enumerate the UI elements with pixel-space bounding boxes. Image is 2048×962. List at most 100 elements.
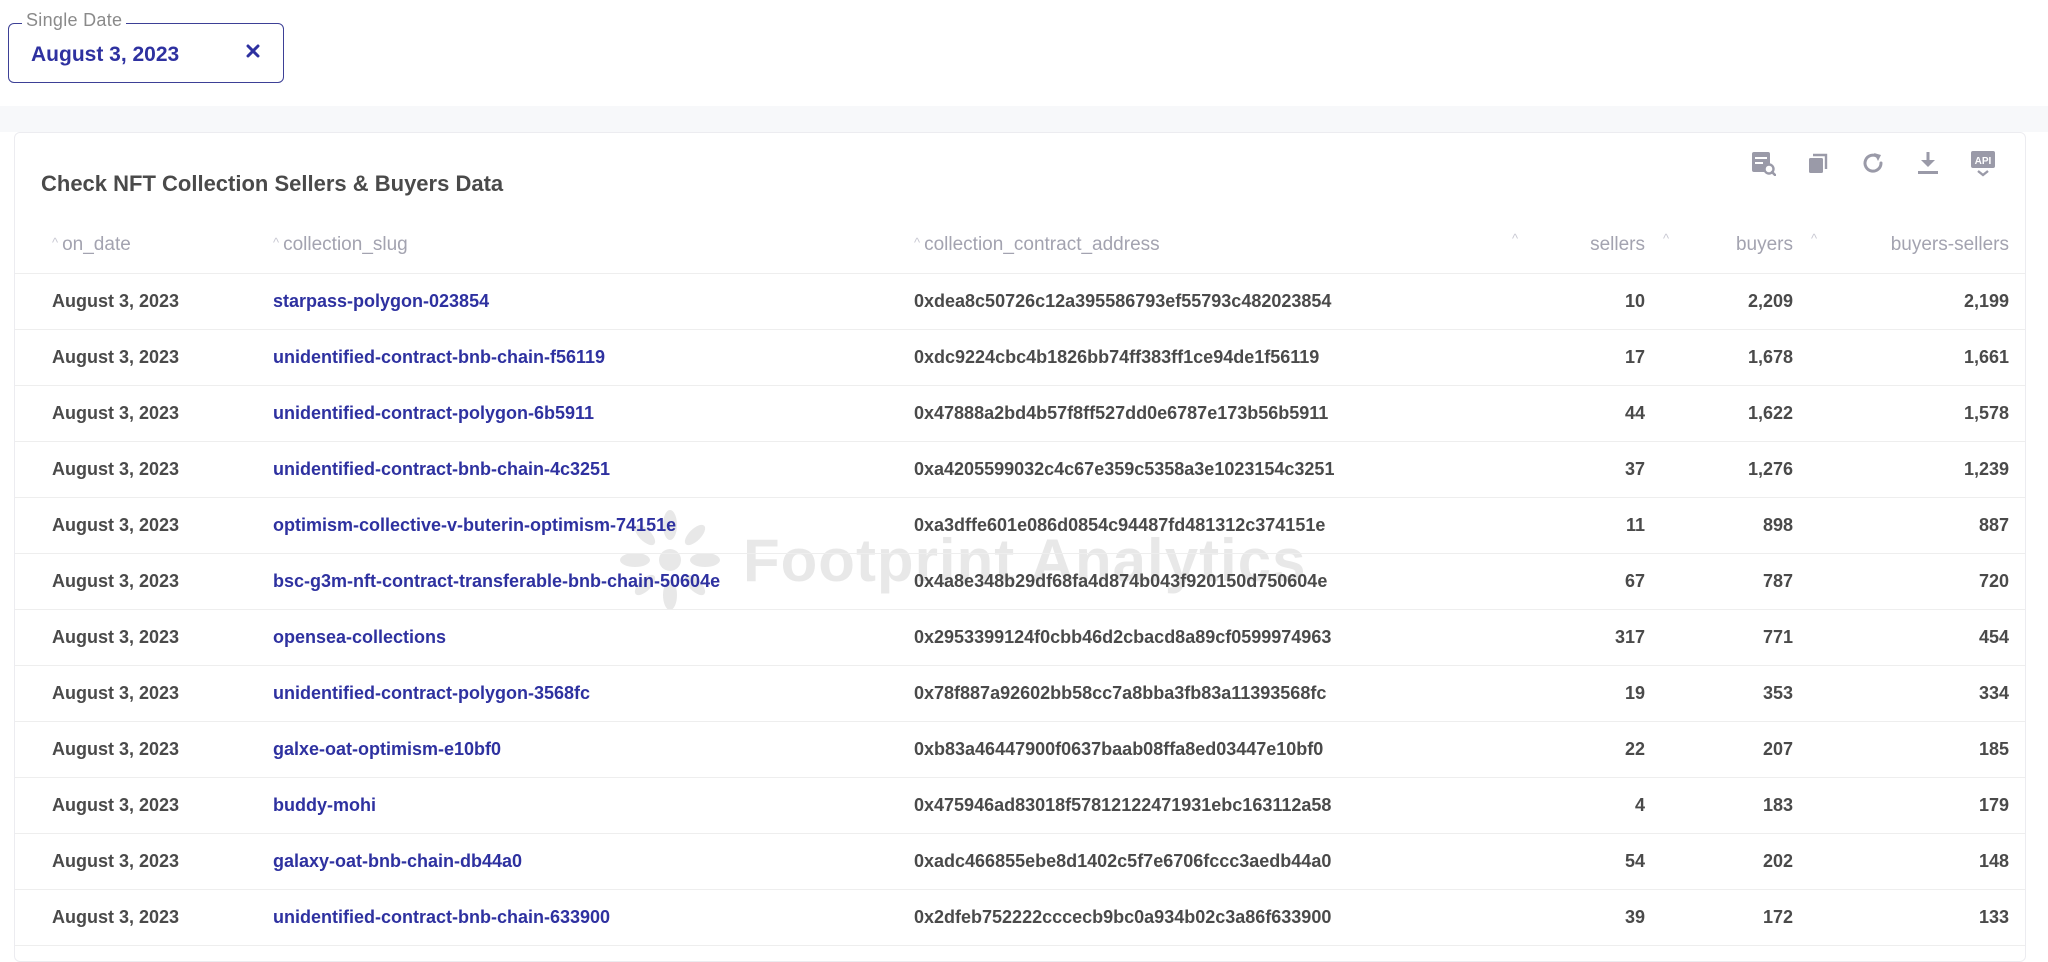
cell-buyers-sellers: 133 (1811, 889, 2025, 946)
cell-contract-address: 0xb83a46447900f0637baab08ffa8ed03447e10b… (914, 721, 1512, 778)
cell-sellers: 11 (1512, 497, 1663, 554)
column-header-collection-contract-address[interactable]: ^ collection_contract_address (914, 217, 1512, 274)
cell-buyers: 1,276 (1663, 441, 1811, 498)
cell-contract-address: 0x2dfeb752222cccecb9bc0a934b02c3a86f6339… (914, 889, 1512, 946)
cell-collection-slug[interactable]: buddy-mohi (273, 777, 914, 834)
filter-bar: Single Date August 3, 2023 (0, 0, 2048, 106)
cell-buyers-sellers: 1,578 (1811, 385, 2025, 442)
cell-on-date: August 3, 2023 (15, 329, 273, 386)
column-header-label: sellers (1590, 234, 1645, 255)
view-sql-icon (1751, 152, 1776, 176)
table-row: August 3, 2023 unidentified-contract-poly… (15, 665, 2025, 722)
column-header-label: on_date (62, 234, 131, 255)
column-header-label: collection_slug (283, 234, 408, 255)
table-row: August 3, 2023 unidentified-contract-bnb-… (15, 889, 2025, 946)
cell-collection-slug[interactable]: starpass-polygon-023854 (273, 273, 914, 330)
download-icon (1917, 152, 1938, 174)
cell-sellers: 39 (1512, 889, 1663, 946)
cell-contract-address: 0xa4205599032c4c67e359c5358a3e1023154c32… (914, 441, 1512, 498)
cell-buyers: 183 (1663, 777, 1811, 834)
cell-on-date: August 3, 2023 (15, 721, 273, 778)
refresh-icon (1863, 153, 1883, 173)
cell-buyers: 1,678 (1663, 329, 1811, 386)
table-row: August 3, 2023 galxe-oat-optimism-e10bf0 0… (15, 721, 2025, 778)
cell-on-date: August 3, 2023 (15, 833, 273, 890)
cell-sellers: 54 (1512, 833, 1663, 890)
cell-sellers: 19 (1512, 665, 1663, 722)
duplicate-icon (1808, 153, 1827, 173)
cell-buyers: 202 (1663, 833, 1811, 890)
cell-contract-address: 0x2953399124f0cbb46d2cbacd8a89cf05999749… (914, 609, 1512, 666)
table-header-row: ^ on_date ^ collection_slug ^ collection_co… (15, 217, 2025, 274)
sort-arrow-icon: ^ (273, 235, 280, 250)
cell-buyers: 2,209 (1663, 273, 1811, 330)
cell-collection-slug[interactable]: opensea-collections (273, 609, 914, 666)
cell-sellers: 67 (1512, 553, 1663, 610)
close-icon (246, 44, 260, 58)
cell-buyers: 771 (1663, 609, 1811, 666)
column-header-buyers[interactable]: ^ buyers (1663, 217, 1811, 274)
cell-contract-address: 0xdea8c50726c12a395586793ef55793c4820238… (914, 273, 1512, 330)
cell-buyers: 353 (1663, 665, 1811, 722)
column-header-collection-slug[interactable]: ^ collection_slug (273, 217, 914, 274)
cell-buyers: 898 (1663, 497, 1811, 554)
api-button[interactable]: API (1966, 147, 1999, 180)
cell-collection-slug[interactable]: unidentified-contract-polygon-3568fc (273, 665, 914, 722)
single-date-filter-value[interactable]: August 3, 2023 (31, 43, 179, 67)
cell-contract-address: 0x47888a2bd4b57f8ff527dd0e6787e173b56b59… (914, 385, 1512, 442)
api-icon-label: API (1974, 156, 1991, 167)
sort-arrow-icon: ^ (1663, 231, 1670, 246)
cell-contract-address: 0xadc466855ebe8d1402c5f7e6706fccc3aedb44… (914, 833, 1512, 890)
table-row: August 3, 2023 opensea-collections 0x29533… (15, 609, 2025, 666)
refresh-button[interactable] (1856, 147, 1889, 180)
section-gap (0, 106, 2048, 132)
column-header-on-date[interactable]: ^ on_date (15, 217, 273, 274)
table-row: August 3, 2023 buddy-mohi 0x475946ad83018f… (15, 777, 2025, 834)
cell-collection-slug[interactable]: optimism-collective-v-buterin-optimism-7… (273, 497, 914, 554)
cell-buyers: 207 (1663, 721, 1811, 778)
view-sql-button[interactable] (1746, 147, 1779, 180)
clear-date-button[interactable] (240, 38, 266, 64)
cell-sellers: 17 (1512, 329, 1663, 386)
sort-arrow-icon: ^ (914, 235, 921, 250)
column-header-buyers-sellers[interactable]: ^ buyers-sellers (1811, 217, 2025, 274)
cell-collection-slug[interactable]: unidentified-contract-bnb-chain-4c3251 (273, 441, 914, 498)
cell-buyers-sellers: 720 (1811, 553, 2025, 610)
column-header-label: collection_contract_address (924, 234, 1160, 255)
cell-buyers-sellers: 1,239 (1811, 441, 2025, 498)
cell-sellers: 22 (1512, 721, 1663, 778)
cell-collection-slug[interactable]: bsc-g3m-nft-contract-transferable-bnb-ch… (273, 553, 914, 610)
table-header: ^ on_date ^ collection_slug ^ collection_co… (15, 217, 2025, 274)
cell-contract-address: 0xa3dffe601e086d0854c94487fd481312c37415… (914, 497, 1512, 554)
cell-on-date: August 3, 2023 (15, 889, 273, 946)
cell-on-date: August 3, 2023 (15, 609, 273, 666)
cell-sellers: 37 (1512, 441, 1663, 498)
column-header-label: buyers-sellers (1890, 234, 2009, 255)
cell-on-date: August 3, 2023 (15, 497, 273, 554)
card-title: Check NFT Collection Sellers & Buyers Da… (41, 171, 504, 196)
sort-arrow-icon: ^ (1811, 231, 1818, 246)
cell-collection-slug[interactable]: unidentified-contract-bnb-chain-633900 (273, 889, 914, 946)
table-row: August 3, 2023 galaxy-oat-bnb-chain-db44a… (15, 833, 2025, 890)
cell-collection-slug[interactable]: unidentified-contract-bnb-chain-f56119 (273, 329, 914, 386)
sort-arrow-icon: ^ (1512, 231, 1519, 246)
cell-buyers-sellers: 454 (1811, 609, 2025, 666)
cell-buyers-sellers: 179 (1811, 777, 2025, 834)
duplicate-button[interactable] (1801, 147, 1834, 180)
table-row: August 3, 2023 optimism-collective-v-bute… (15, 497, 2025, 554)
table-row: August 3, 2023 starpass-polygon-023854 0xd… (15, 273, 2025, 330)
sort-arrow-icon: ^ (52, 235, 59, 250)
cell-sellers: 317 (1512, 609, 1663, 666)
single-date-filter-legend: Single Date (22, 10, 127, 31)
cell-collection-slug[interactable]: galaxy-oat-bnb-chain-db44a0 (273, 833, 914, 890)
cell-contract-address: 0x475946ad83018f57812122471931ebc163112a… (914, 777, 1512, 834)
cell-collection-slug[interactable]: galxe-oat-optimism-e10bf0 (273, 721, 914, 778)
column-header-sellers[interactable]: ^ sellers (1512, 217, 1663, 274)
download-button[interactable] (1911, 147, 1944, 180)
cell-buyers-sellers: 887 (1811, 497, 2025, 554)
cell-collection-slug[interactable]: unidentified-contract-polygon-6b5911 (273, 385, 914, 442)
cell-sellers: 10 (1512, 273, 1663, 330)
table-row: August 3, 2023 unidentified-contract-bnb-… (15, 329, 2025, 386)
api-icon: API (1970, 151, 1995, 177)
cell-buyers: 787 (1663, 553, 1811, 610)
